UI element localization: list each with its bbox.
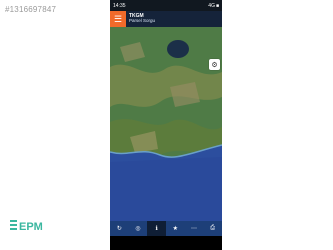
- map-imagery: [110, 27, 222, 221]
- menu-icon: ☰: [113, 13, 123, 24]
- ruler-icon: ⋯: [191, 226, 198, 232]
- layers-button[interactable]: ⚙: [209, 59, 220, 70]
- print-icon: ⎙: [210, 225, 216, 231]
- satellite-map[interactable]: ⚙: [110, 27, 222, 221]
- system-nav-bar: [110, 236, 222, 250]
- stock-watermark-id: #1316697847: [5, 5, 57, 14]
- bottom-toolbar: ↻ ◎ ℹ ★ ⋯ ⎙: [110, 221, 222, 236]
- print-button[interactable]: ⎙: [203, 221, 222, 236]
- app-subtitle: Parsel Sorgu: [129, 18, 156, 24]
- app-bar: ☰ TKGM Parsel Sorgu: [110, 11, 222, 27]
- status-time: 14:35: [113, 2, 126, 9]
- signal-text: 4G: [208, 2, 215, 9]
- layers-icon: ⚙: [211, 61, 218, 69]
- refresh-icon: ↻: [116, 226, 122, 232]
- star-icon: ★: [172, 226, 179, 232]
- logo: EPM: [10, 220, 43, 232]
- location-icon: ◎: [135, 226, 141, 232]
- menu-button[interactable]: ☰: [110, 11, 126, 27]
- location-button[interactable]: ◎: [129, 221, 148, 236]
- status-bar: 14:35 4G ■: [110, 0, 222, 11]
- battery-icon: ■: [215, 2, 219, 9]
- favorite-button[interactable]: ★: [166, 221, 185, 236]
- phone-screen: 14:35 4G ■ ☰ TKGM Parsel Sorgu ⚙ ↻ ◎ ℹ ★…: [110, 0, 222, 250]
- measure-button[interactable]: ⋯: [185, 221, 204, 236]
- logo-text: EPM: [19, 221, 43, 232]
- info-button[interactable]: ℹ: [147, 221, 167, 236]
- info-icon: ℹ: [155, 226, 158, 232]
- refresh-button[interactable]: ↻: [110, 221, 129, 236]
